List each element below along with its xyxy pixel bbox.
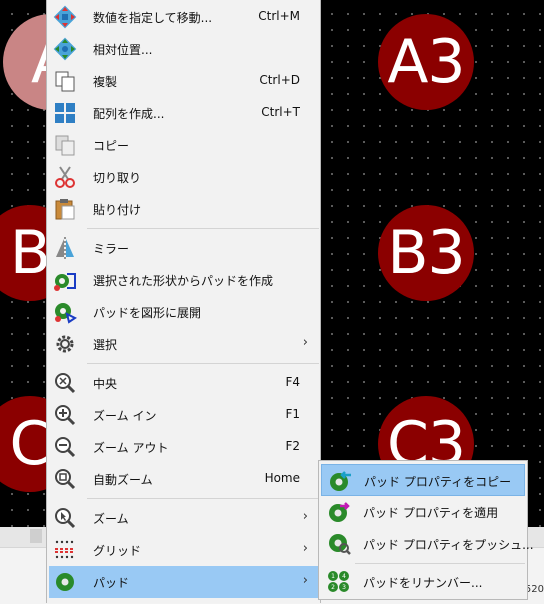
apply-pad-properties-icon xyxy=(327,500,351,524)
menu-item-zoom-in[interactable]: ズーム イン F1 xyxy=(49,399,320,431)
move-exact-icon xyxy=(53,5,77,29)
pad-icon xyxy=(53,570,77,594)
menu-separator xyxy=(355,563,525,564)
paste-icon xyxy=(53,197,77,221)
menu-item-grid[interactable]: グリッド › xyxy=(49,534,320,566)
menu-item-cut[interactable]: 切り取り xyxy=(49,161,320,193)
submenu-item-renumber-pads[interactable]: 1423 パッドをリナンバー... xyxy=(321,566,525,598)
copy-pad-properties-icon xyxy=(328,469,352,493)
chevron-right-icon: › xyxy=(302,541,308,556)
menu-item-duplicate[interactable]: 複製 Ctrl+D xyxy=(49,65,320,97)
zoom-center-icon xyxy=(53,371,77,395)
chevron-right-icon: › xyxy=(302,509,308,524)
menu-separator xyxy=(87,363,319,364)
zoom-out-icon xyxy=(53,435,77,459)
relative-position-icon xyxy=(53,37,77,61)
menu-item-center[interactable]: 中央 F4 xyxy=(49,367,320,399)
menu-item-pad[interactable]: パッド › xyxy=(49,566,320,598)
context-menu: 数値を指定して移動... Ctrl+M 相対位置... 複製 Ctrl+D 配列… xyxy=(46,0,321,603)
menu-item-paste[interactable]: 貼り付け xyxy=(49,193,320,225)
renumber-pads-icon: 1423 xyxy=(327,570,351,594)
pad-b3[interactable]: B3 xyxy=(378,205,474,301)
explode-pad-icon xyxy=(53,300,77,324)
menu-separator xyxy=(87,498,319,499)
menu-item-mirror[interactable]: ミラー xyxy=(49,232,320,264)
pad-submenu: パッド プロパティをコピー パッド プロパティを適用 パッド プロパティをプッシ… xyxy=(318,460,534,600)
menu-item-select[interactable]: 選択 › xyxy=(49,328,320,360)
mirror-icon xyxy=(53,236,77,260)
zoom-fit-icon xyxy=(53,467,77,491)
scissors-icon xyxy=(53,165,77,189)
array-icon xyxy=(53,101,77,125)
pad-from-shapes-icon xyxy=(53,268,77,292)
grid-icon xyxy=(53,538,77,562)
chevron-right-icon: › xyxy=(302,573,308,588)
submenu-item-apply-pad-properties[interactable]: パッド プロパティを適用 xyxy=(321,496,525,528)
pad-a3[interactable]: A3 xyxy=(378,14,474,110)
svg-text:2: 2 xyxy=(331,584,335,591)
menu-item-zoom-fit[interactable]: 自動ズーム Home xyxy=(49,463,320,495)
submenu-item-push-pad-properties[interactable]: パッド プロパティをプッシュ... xyxy=(321,528,534,560)
submenu-item-copy-pad-properties[interactable]: パッド プロパティをコピー xyxy=(321,464,525,496)
push-pad-properties-icon xyxy=(327,532,351,556)
svg-text:3: 3 xyxy=(342,584,346,591)
copy-icon xyxy=(53,133,77,157)
menu-item-zoom[interactable]: ズーム › xyxy=(49,502,320,534)
svg-text:1: 1 xyxy=(331,573,335,580)
menu-item-zoom-out[interactable]: ズーム アウト F2 xyxy=(49,431,320,463)
chevron-right-icon: › xyxy=(302,335,308,350)
zoom-cursor-icon xyxy=(53,506,77,530)
menu-item-move-exact[interactable]: 数値を指定して移動... Ctrl+M xyxy=(49,1,320,33)
svg-text:4: 4 xyxy=(342,573,346,580)
scrollbar-thumb[interactable] xyxy=(30,529,42,543)
duplicate-icon xyxy=(53,69,77,93)
gear-icon xyxy=(53,332,77,356)
menu-item-create-array[interactable]: 配列を作成... Ctrl+T xyxy=(49,97,320,129)
menu-item-explode-pad[interactable]: パッドを図形に展開 xyxy=(49,296,320,328)
zoom-in-icon xyxy=(53,403,77,427)
menu-item-relative-position[interactable]: 相対位置... xyxy=(49,33,320,65)
menu-item-pad-from-shapes[interactable]: 選択された形状からパッドを作成 xyxy=(49,264,320,296)
menu-separator xyxy=(87,228,319,229)
menu-item-copy[interactable]: コピー xyxy=(49,129,320,161)
